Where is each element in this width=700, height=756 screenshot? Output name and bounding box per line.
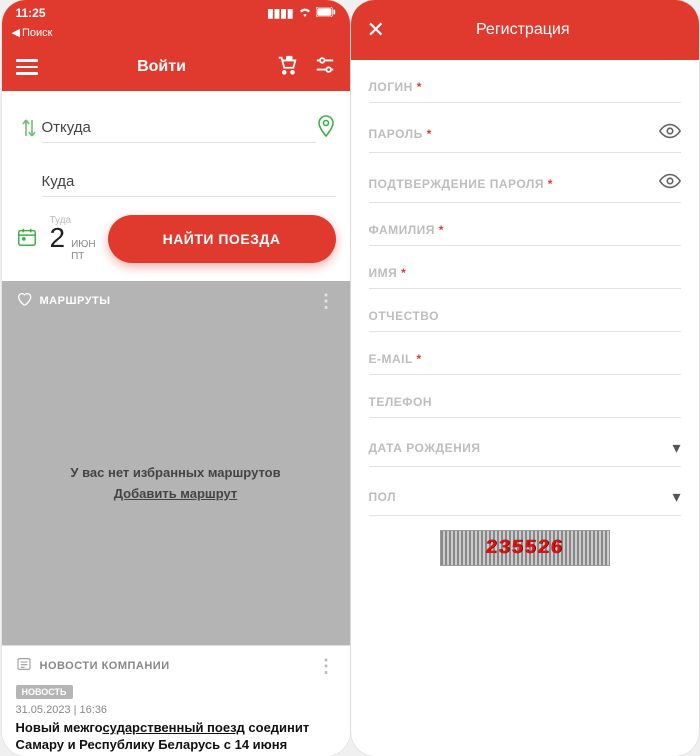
routes-empty-message: У вас нет избранных маршрутов [70,465,280,480]
from-field[interactable]: Откуда [42,113,316,143]
password-confirm-field[interactable]: ПОДТВЕРЖДЕНИЕ ПАРОЛЯ * [369,153,681,203]
wifi-icon [298,6,312,20]
heart-icon [16,291,32,310]
close-icon[interactable]: ✕ [367,17,385,43]
status-icons: ▮▮▮▮ [267,6,335,20]
lastname-field[interactable]: ФАМИЛИЯ * [369,203,681,246]
cart-icon[interactable]: 0 [276,54,298,81]
news-section: НОВОСТИ КОМПАНИИ ⋮ НОВОСТЬ 31.05.2023 | … [2,645,350,756]
eye-icon[interactable] [659,173,681,194]
back-search-label: Поиск [22,27,52,39]
phone-field[interactable]: ТЕЛЕФОН [369,375,681,418]
to-field[interactable]: Куда [42,167,336,197]
add-route-link[interactable]: Добавить маршрут [114,486,238,501]
registration-title: Регистрация [385,21,683,39]
registration-form: ЛОГИН * ПАРОЛЬ * ПОДТВЕРЖДЕНИЕ ПАРОЛЯ * … [351,60,699,756]
date-dow: Пт [71,251,96,263]
firstname-field[interactable]: ИМЯ * [369,246,681,289]
news-icon [16,656,32,675]
chevron-down-icon: ▾ [672,487,680,507]
news-heading: НОВОСТИ КОМПАНИИ [40,660,170,672]
eye-icon[interactable] [659,123,681,144]
login-field[interactable]: ЛОГИН * [369,60,681,103]
email-field[interactable]: E-MAIL * [369,332,681,375]
date-day: 2 [50,222,66,254]
registration-screen: ✕ Регистрация ЛОГИН * ПАРОЛЬ * ПОДТВЕРЖД… [351,0,699,756]
captcha-image: 235526 [440,530,610,566]
news-date: 31.05.2023 | 16:36 [16,704,336,716]
svg-text:0: 0 [288,56,290,60]
routes-section: МАРШРУТЫ ⋮ У вас нет избранных маршрутов… [2,281,350,645]
registration-header: ✕ Регистрация [351,0,699,60]
chevron-left-icon: ◀ [12,26,20,39]
hamburger-icon[interactable] [16,59,38,75]
swap-icon[interactable] [16,117,42,139]
status-bar: 11:25 ▮▮▮▮ [2,0,350,26]
status-time: 11:25 [16,6,46,20]
patronymic-field[interactable]: ОТЧЕСТВО [369,289,681,332]
search-screen: 11:25 ▮▮▮▮ ◀ Поиск Войти 0 [2,0,350,756]
departure-date[interactable]: Туда 2 ИЮН Пт [50,215,96,263]
chevron-down-icon: ▾ [672,438,680,458]
search-form: Откуда Куда Туда 2 ИЮН Пт [2,91,350,281]
battery-icon [316,6,336,20]
date-month: ИЮН [71,239,96,251]
password-field[interactable]: ПАРОЛЬ * [369,103,681,153]
login-button[interactable]: Войти [38,58,276,76]
birthdate-field[interactable]: ДАТА РОЖДЕНИЯ ▾ [369,418,681,467]
routes-heading: МАРШРУТЫ [40,295,111,307]
gender-field[interactable]: ПОЛ ▾ [369,467,681,516]
news-article-title[interactable]: Новый межгосударственный поезд соединит … [16,720,336,754]
settings-sliders-icon[interactable] [314,54,336,81]
app-header: Войти 0 [2,43,350,91]
calendar-icon[interactable] [16,226,38,253]
back-to-search[interactable]: ◀ Поиск [2,26,350,43]
signal-icon: ▮▮▮▮ [267,6,293,20]
find-trains-button[interactable]: НАЙТИ ПОЕЗДА [108,215,336,263]
location-icon[interactable] [316,114,336,143]
captcha-text: 235526 [485,537,565,560]
captcha: 235526 [369,516,681,570]
news-tag: НОВОСТЬ [16,685,73,699]
